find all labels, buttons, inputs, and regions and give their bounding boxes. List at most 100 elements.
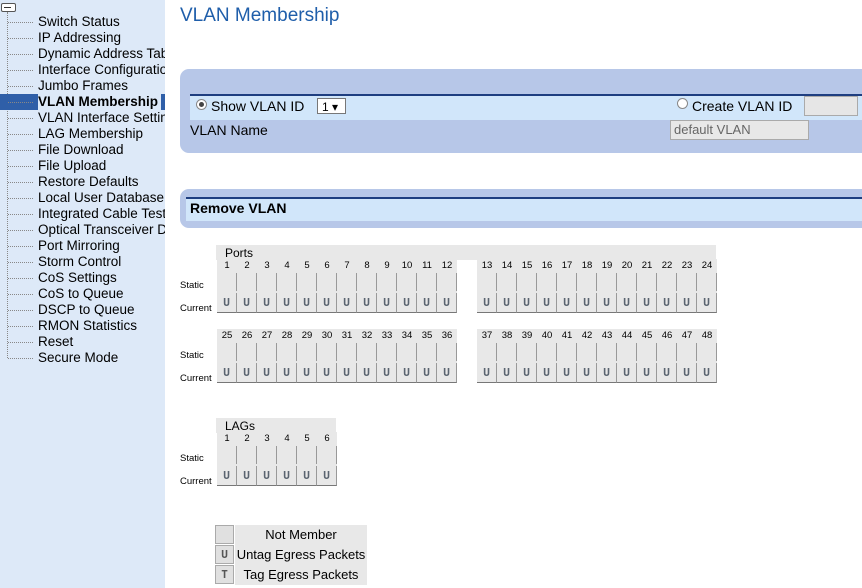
static-membership-cell[interactable] [617,343,637,361]
sidebar-item[interactable]: CoS Settings [0,270,165,286]
current-membership-cell[interactable]: U [277,466,297,486]
sidebar-item[interactable]: LAG Membership [0,126,165,142]
static-membership-cell[interactable] [297,446,317,464]
static-membership-cell[interactable] [217,343,237,361]
static-membership-cell[interactable] [657,343,677,361]
static-membership-cell[interactable] [517,343,537,361]
current-membership-cell[interactable]: U [577,363,597,383]
static-membership-cell[interactable] [537,273,557,291]
current-membership-cell[interactable]: U [637,293,657,313]
sidebar-item[interactable]: Local User Database [0,190,165,206]
static-membership-cell[interactable] [417,343,437,361]
static-membership-cell[interactable] [477,343,497,361]
current-membership-cell[interactable]: U [497,363,517,383]
current-membership-cell[interactable]: U [257,363,277,383]
static-membership-cell[interactable] [217,273,237,291]
static-membership-cell[interactable] [237,446,257,464]
sidebar-item[interactable]: Storm Control [0,254,165,270]
sidebar-item[interactable]: Dynamic Address Table [0,46,165,62]
current-membership-cell[interactable]: U [657,363,677,383]
static-membership-cell[interactable] [577,343,597,361]
static-membership-cell[interactable] [277,343,297,361]
current-membership-cell[interactable]: U [597,363,617,383]
current-membership-cell[interactable]: U [377,293,397,313]
remove-vlan-label[interactable]: Remove VLAN [190,200,286,216]
current-membership-cell[interactable]: U [417,293,437,313]
current-membership-cell[interactable]: U [637,363,657,383]
current-membership-cell[interactable]: U [317,466,337,486]
current-membership-cell[interactable]: U [437,293,457,313]
static-membership-cell[interactable] [677,273,697,291]
current-membership-cell[interactable]: U [577,293,597,313]
static-membership-cell[interactable] [557,273,577,291]
sidebar-item[interactable]: File Upload [0,158,165,174]
current-membership-cell[interactable]: U [557,293,577,313]
current-membership-cell[interactable]: U [657,293,677,313]
current-membership-cell[interactable]: U [677,363,697,383]
current-membership-cell[interactable]: U [617,363,637,383]
sidebar-item[interactable]: Reset [0,334,165,350]
current-membership-cell[interactable]: U [277,293,297,313]
static-membership-cell[interactable] [337,273,357,291]
static-membership-cell[interactable] [257,343,277,361]
current-membership-cell[interactable]: U [217,363,237,383]
static-membership-cell[interactable] [697,273,717,291]
create-vlan-radio[interactable] [677,98,688,109]
static-membership-cell[interactable] [677,343,697,361]
current-membership-cell[interactable]: U [317,363,337,383]
current-membership-cell[interactable]: U [557,363,577,383]
static-membership-cell[interactable] [357,343,377,361]
sidebar-item[interactable]: Interface Configuration [0,62,165,78]
static-membership-cell[interactable] [357,273,377,291]
sidebar-item[interactable]: Integrated Cable Test [0,206,165,222]
sidebar-item[interactable]: Restore Defaults [0,174,165,190]
current-membership-cell[interactable]: U [237,363,257,383]
static-membership-cell[interactable] [237,273,257,291]
static-membership-cell[interactable] [237,343,257,361]
static-membership-cell[interactable] [417,273,437,291]
current-membership-cell[interactable]: U [597,293,617,313]
static-membership-cell[interactable] [277,273,297,291]
current-membership-cell[interactable]: U [537,363,557,383]
current-membership-cell[interactable]: U [417,363,437,383]
sidebar-item[interactable]: Secure Mode [0,350,165,366]
static-membership-cell[interactable] [597,343,617,361]
current-membership-cell[interactable]: U [517,293,537,313]
sidebar-item[interactable]: VLAN Membership [0,94,165,110]
sidebar-item[interactable]: Port Mirroring [0,238,165,254]
current-membership-cell[interactable]: U [497,293,517,313]
static-membership-cell[interactable] [657,273,677,291]
current-membership-cell[interactable]: U [297,466,317,486]
sidebar-item[interactable]: File Download [0,142,165,158]
sidebar-item[interactable]: RMON Statistics [0,318,165,334]
vlan-name-input[interactable]: default VLAN [670,120,809,140]
static-membership-cell[interactable] [537,343,557,361]
current-membership-cell[interactable]: U [357,293,377,313]
current-membership-cell[interactable]: U [617,293,637,313]
current-membership-cell[interactable]: U [517,363,537,383]
static-membership-cell[interactable] [497,273,517,291]
current-membership-cell[interactable]: U [257,293,277,313]
static-membership-cell[interactable] [297,273,317,291]
current-membership-cell[interactable]: U [217,466,237,486]
current-membership-cell[interactable]: U [697,363,717,383]
static-membership-cell[interactable] [637,273,657,291]
static-membership-cell[interactable] [337,343,357,361]
current-membership-cell[interactable]: U [537,293,557,313]
current-membership-cell[interactable]: U [477,363,497,383]
current-membership-cell[interactable]: U [377,363,397,383]
static-membership-cell[interactable] [317,273,337,291]
static-membership-cell[interactable] [377,343,397,361]
static-membership-cell[interactable] [377,273,397,291]
static-membership-cell[interactable] [597,273,617,291]
current-membership-cell[interactable]: U [337,363,357,383]
current-membership-cell[interactable]: U [397,363,417,383]
create-vlan-id-input[interactable] [804,96,858,116]
current-membership-cell[interactable]: U [237,466,257,486]
static-membership-cell[interactable] [257,273,277,291]
static-membership-cell[interactable] [317,343,337,361]
current-membership-cell[interactable]: U [317,293,337,313]
current-membership-cell[interactable]: U [477,293,497,313]
static-membership-cell[interactable] [557,343,577,361]
static-membership-cell[interactable] [397,273,417,291]
